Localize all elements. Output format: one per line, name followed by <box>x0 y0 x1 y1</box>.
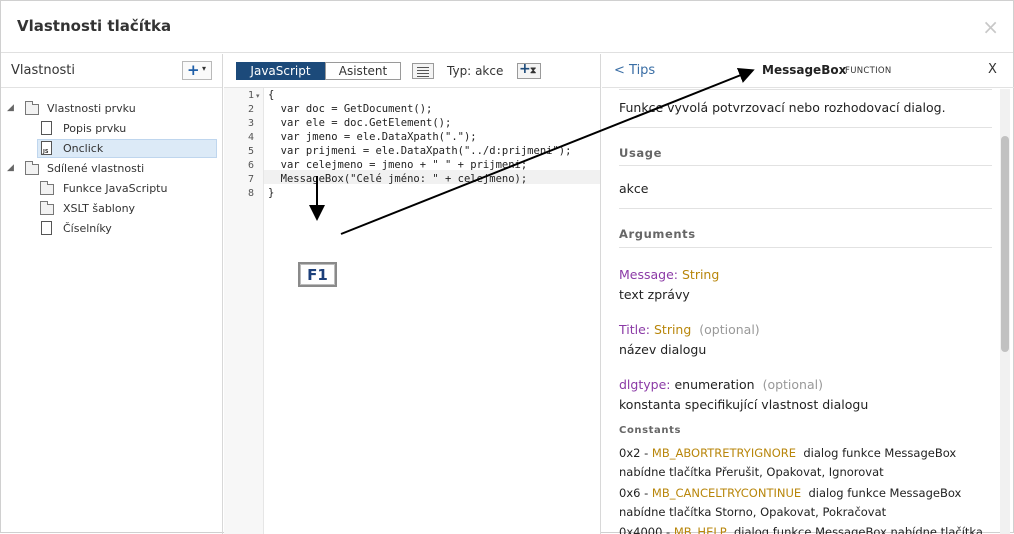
type-label: Typ: <box>447 64 472 78</box>
code-line: MessageBox("Celé jméno: " + celejmeno); <box>268 173 528 185</box>
function-name: MessageBox <box>762 63 847 77</box>
tree-item-vlastnosti-prvku[interactable]: ◢ Vlastnosti prvku <box>7 100 207 118</box>
insert-function-button[interactable]: + ⧗ <box>517 61 541 79</box>
line-number: 6 <box>247 160 254 171</box>
plus-icon: + <box>519 61 531 77</box>
code-line: } <box>268 187 275 199</box>
code-line: var prijmeni = ele.DataXpath("../d:prijm… <box>268 145 572 157</box>
tree-item-label: Sdílené vlastnosti <box>47 162 145 175</box>
tips-content: Funkce vyvolá potvrzovací nebo rozhodova… <box>602 89 1014 534</box>
argument-dlgtype: dlgtype: enumeration (optional) <box>619 377 823 392</box>
tips-panel: < Tips MessageBox FUNCTION X Funkce vyvo… <box>602 54 1014 534</box>
tree-item-label: Číselníky <box>63 222 112 235</box>
tree-item-label: Onclick <box>63 142 104 155</box>
properties-panel-title: Vlastnosti <box>11 63 76 78</box>
tree-item-label: Vlastnosti prvku <box>47 102 136 115</box>
plus-icon: + <box>187 61 200 79</box>
line-number: 7 <box>247 174 254 185</box>
usage-text: akce <box>619 181 649 196</box>
chevron-down-icon: ▾ <box>202 64 207 73</box>
divider <box>619 127 992 128</box>
usage-heading: Usage <box>619 146 662 160</box>
code-line: var jmeno = ele.DataXpath("."); <box>268 131 477 143</box>
argument-dlgtype-desc: konstanta specifikující vlastnost dialog… <box>619 397 869 412</box>
tree-item-xslt-sablony[interactable]: XSLT šablony <box>37 200 207 218</box>
code-editor[interactable]: 1 ▾ 2 3 4 5 6 7 8 { var doc = GetDocumen… <box>224 88 600 534</box>
properties-panel: Vlastnosti + ▾ ◢ Vlastnosti prvku Popis … <box>1 54 223 534</box>
dialog-title: Vlastnosti tlačítka <box>17 17 172 35</box>
expanded-triangle-icon[interactable]: ◢ <box>7 163 14 173</box>
line-number: 5 <box>247 146 254 157</box>
tree-item-ciselniky[interactable]: Číselníky <box>37 220 207 238</box>
format-code-button[interactable] <box>412 63 434 79</box>
js-document-icon: JS <box>41 141 52 155</box>
code-line: var celejmeno = jmeno + " " + prijmeni; <box>268 159 528 171</box>
folder-icon <box>40 201 54 215</box>
code-panel-header: JavaScript Asistent Typ: akce + ⧗ <box>224 54 600 88</box>
folder-icon <box>25 161 39 175</box>
argument-title: Title: String (optional) <box>619 322 760 337</box>
close-tips-icon[interactable]: X <box>988 62 997 77</box>
constant-abortretryignore-desc: nabídne tlačítka Přerušit, Opakovat, Ign… <box>619 465 884 479</box>
add-property-button[interactable]: + ▾ <box>182 61 212 80</box>
divider <box>619 89 992 90</box>
argument-message: Message: String <box>619 267 720 282</box>
f1-key-hint: F1 <box>298 262 337 287</box>
tips-scrollbar-thumb[interactable] <box>1001 136 1009 352</box>
type-value: akce <box>475 64 504 78</box>
dialog-close-icon[interactable]: × <box>982 15 999 39</box>
code-line: { <box>268 89 275 101</box>
function-description: Funkce vyvolá potvrzovací nebo rozhodova… <box>619 100 946 115</box>
tree-item-onclick[interactable]: JS Onclick <box>37 139 217 158</box>
constant-abortretryignore: 0x2 - MB_ABORTRETRYIGNORE dialog funkce … <box>619 446 957 460</box>
arguments-heading: Arguments <box>619 227 696 241</box>
constant-canceltrycontinue: 0x6 - MB_CANCELTRYCONTINUE dialog funkce… <box>619 486 962 500</box>
type-field: Typ: akce <box>447 64 503 78</box>
back-to-tips-link[interactable]: < Tips <box>614 63 655 78</box>
tree-item-sdilene-vlastnosti[interactable]: ◢ Sdílené vlastnosti <box>7 160 207 178</box>
line-number: 3 <box>247 118 254 129</box>
line-number: 2 <box>247 104 254 115</box>
properties-dialog: Vlastnosti tlačítka × Vlastnosti + ▾ ◢ V… <box>0 0 1014 534</box>
tree-item-label: Funkce JavaScriptu <box>63 182 168 195</box>
hourglass-icon: ⧗ <box>530 66 537 76</box>
document-icon <box>41 121 52 135</box>
tree-item-funkce-javascriptu[interactable]: Funkce JavaScriptu <box>37 180 207 198</box>
line-number: 1 <box>247 90 254 101</box>
tab-javascript[interactable]: JavaScript <box>236 62 325 80</box>
tree-item-label: Popis prvku <box>63 122 127 135</box>
argument-title-desc: název dialogu <box>619 342 707 357</box>
argument-message-desc: text zprávy <box>619 287 690 302</box>
divider <box>619 208 992 209</box>
code-line: var doc = GetDocument(); <box>268 103 433 115</box>
tree-item-label: XSLT šablony <box>63 202 136 215</box>
constant-canceltrycontinue-desc: nabídne tlačítka Storno, Opakovat, Pokra… <box>619 505 887 519</box>
code-line: var ele = doc.GetElement(); <box>268 117 452 129</box>
constants-heading: Constants <box>619 425 682 436</box>
divider <box>619 247 992 248</box>
divider <box>619 165 992 166</box>
properties-panel-header: Vlastnosti + ▾ <box>1 54 222 88</box>
function-kind: FUNCTION <box>845 66 892 76</box>
dialog-titlebar: Vlastnosti tlačítka × <box>1 1 1013 53</box>
folder-icon <box>25 101 39 115</box>
tab-asistent[interactable]: Asistent <box>325 62 401 80</box>
line-number: 8 <box>247 188 254 199</box>
tree-item-popis-prvku[interactable]: Popis prvku <box>37 120 207 138</box>
folder-icon <box>40 181 54 195</box>
expanded-triangle-icon[interactable]: ◢ <box>7 103 14 113</box>
fold-toggle-icon[interactable]: ▾ <box>256 92 260 100</box>
document-icon <box>41 221 52 235</box>
code-panel: JavaScript Asistent Typ: akce + ⧗ 1 ▾ 2 … <box>224 54 601 534</box>
tips-panel-header: < Tips MessageBox FUNCTION X <box>602 54 1014 88</box>
line-number: 4 <box>247 132 254 143</box>
